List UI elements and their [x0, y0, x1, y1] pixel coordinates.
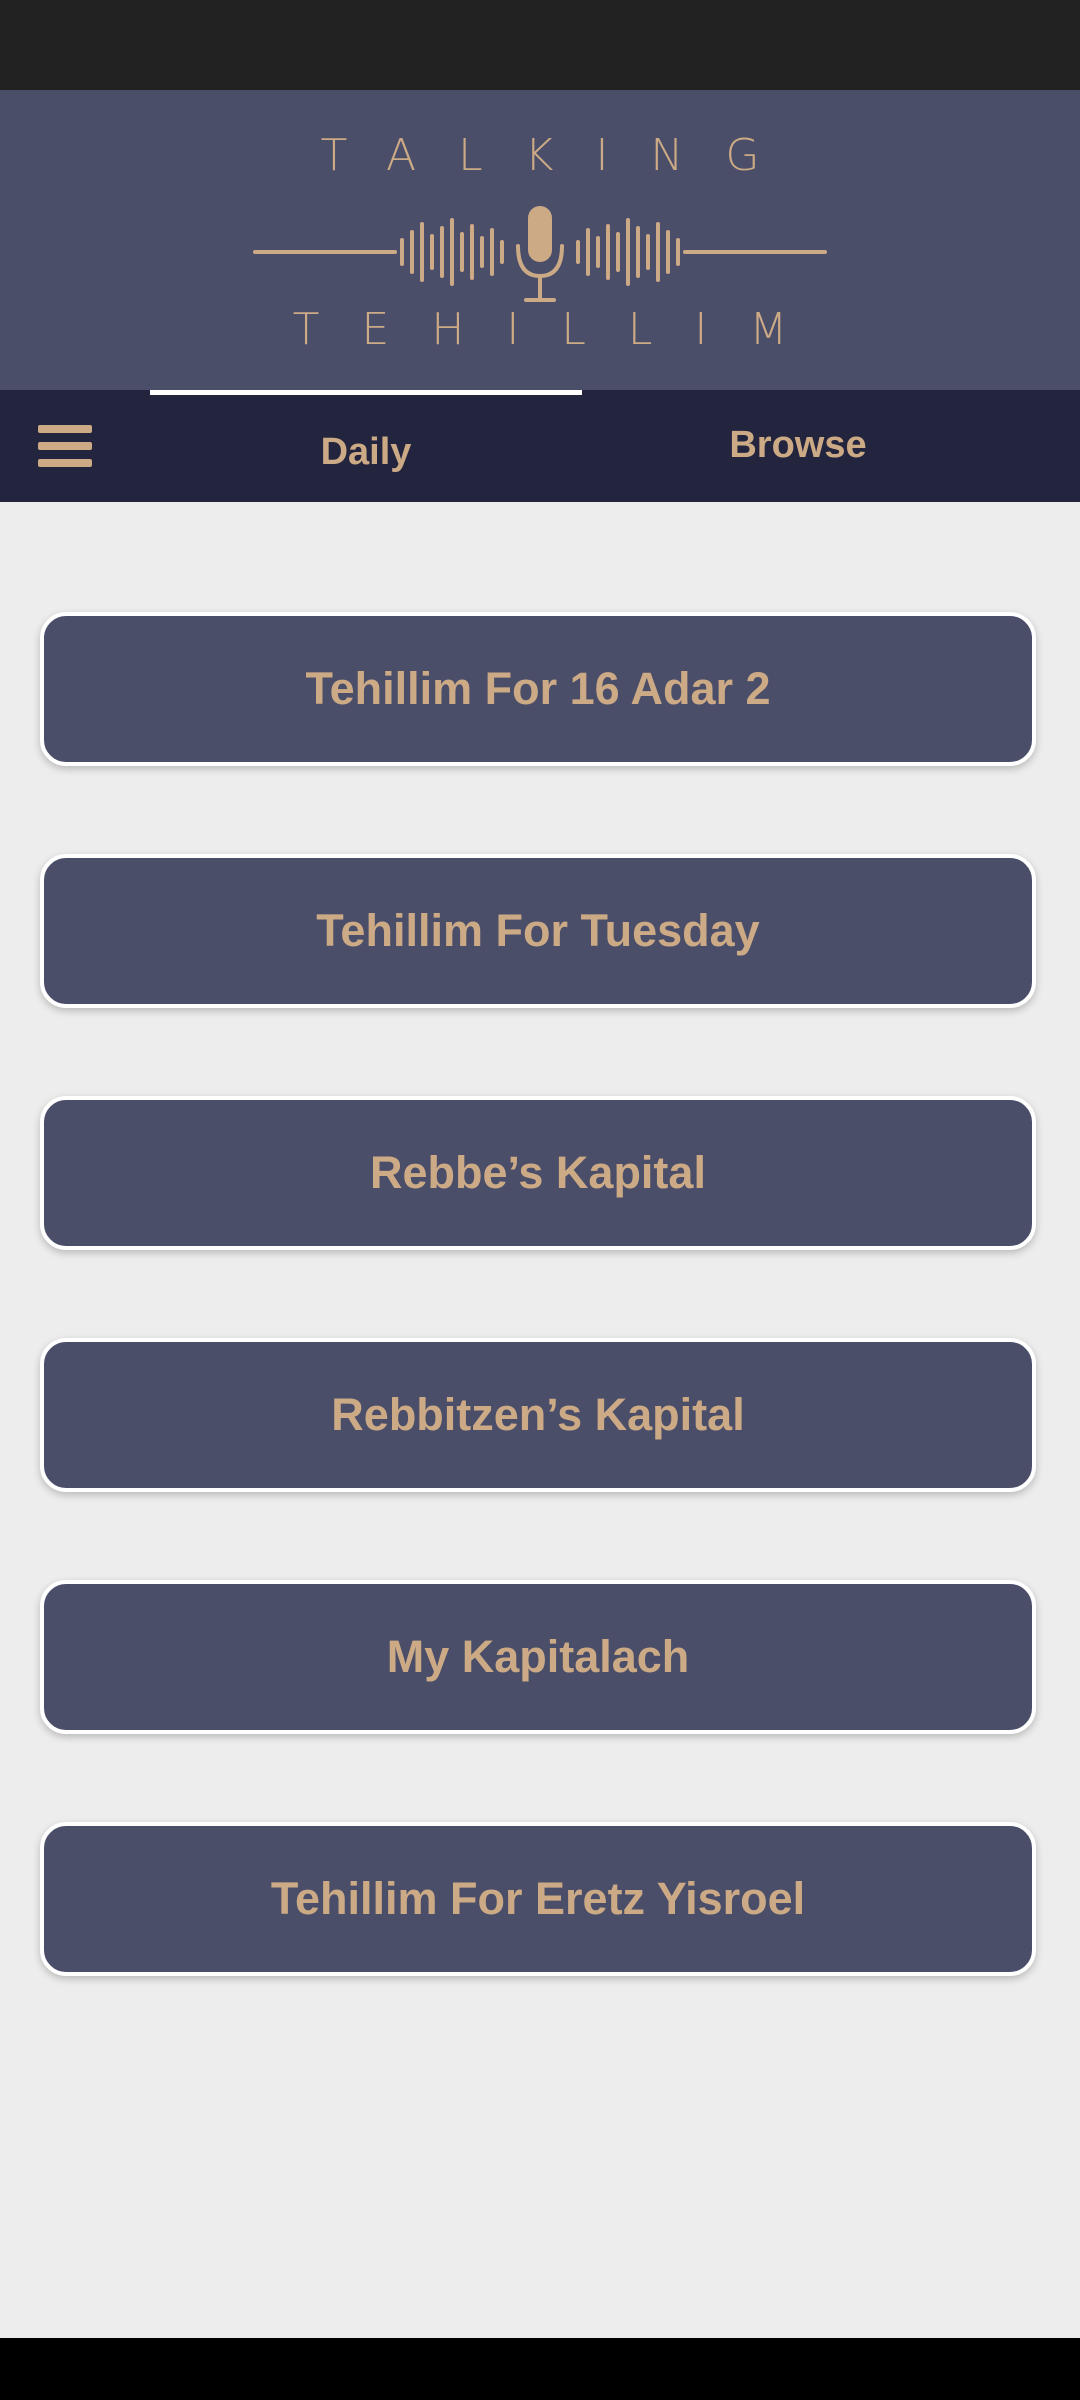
status-bar — [0, 0, 1080, 90]
menu-button-label: Rebbitzen’s Kapital — [331, 1389, 745, 1440]
app-header: TALKING TEHILLIM — [0, 90, 1080, 390]
my-kapitalach-button[interactable]: My Kapitalach — [40, 1580, 1036, 1734]
menu-button-label: Tehillim For Tuesday — [316, 905, 760, 956]
tab-selected-indicator — [150, 390, 582, 395]
tehillim-for-day-button[interactable]: Tehillim For Tuesday — [40, 854, 1036, 1008]
tab-daily[interactable]: Daily — [150, 390, 582, 502]
tab-browse-label: Browse — [729, 424, 867, 466]
tehillim-for-eretz-yisroel-button[interactable]: Tehillim For Eretz Yisroel — [40, 1822, 1036, 1976]
rebbitzens-kapital-button[interactable]: Rebbitzen’s Kapital — [40, 1338, 1036, 1492]
hamburger-menu-icon[interactable] — [38, 422, 94, 472]
tab-browse[interactable]: Browse — [582, 390, 1014, 502]
tab-bar: Daily Browse — [0, 390, 1080, 502]
menu-button-label: Rebbe’s Kapital — [370, 1147, 706, 1198]
navigation-bar — [0, 2338, 1080, 2400]
rebbes-kapital-button[interactable]: Rebbe’s Kapital — [40, 1096, 1036, 1250]
microphone-waveform-icon — [253, 206, 827, 302]
tab-daily-label: Daily — [320, 431, 412, 473]
menu-button-label: My Kapitalach — [386, 1631, 690, 1682]
logo-title-top: TALKING — [320, 130, 802, 181]
menu-button-label: Tehillim For Eretz Yisroel — [270, 1873, 806, 1924]
tehillim-for-date-button[interactable]: Tehillim For 16 Adar 2 — [40, 612, 1036, 766]
logo-title-bottom: TEHILLIM — [292, 304, 830, 355]
menu-button-label: Tehillim For 16 Adar 2 — [305, 663, 771, 714]
